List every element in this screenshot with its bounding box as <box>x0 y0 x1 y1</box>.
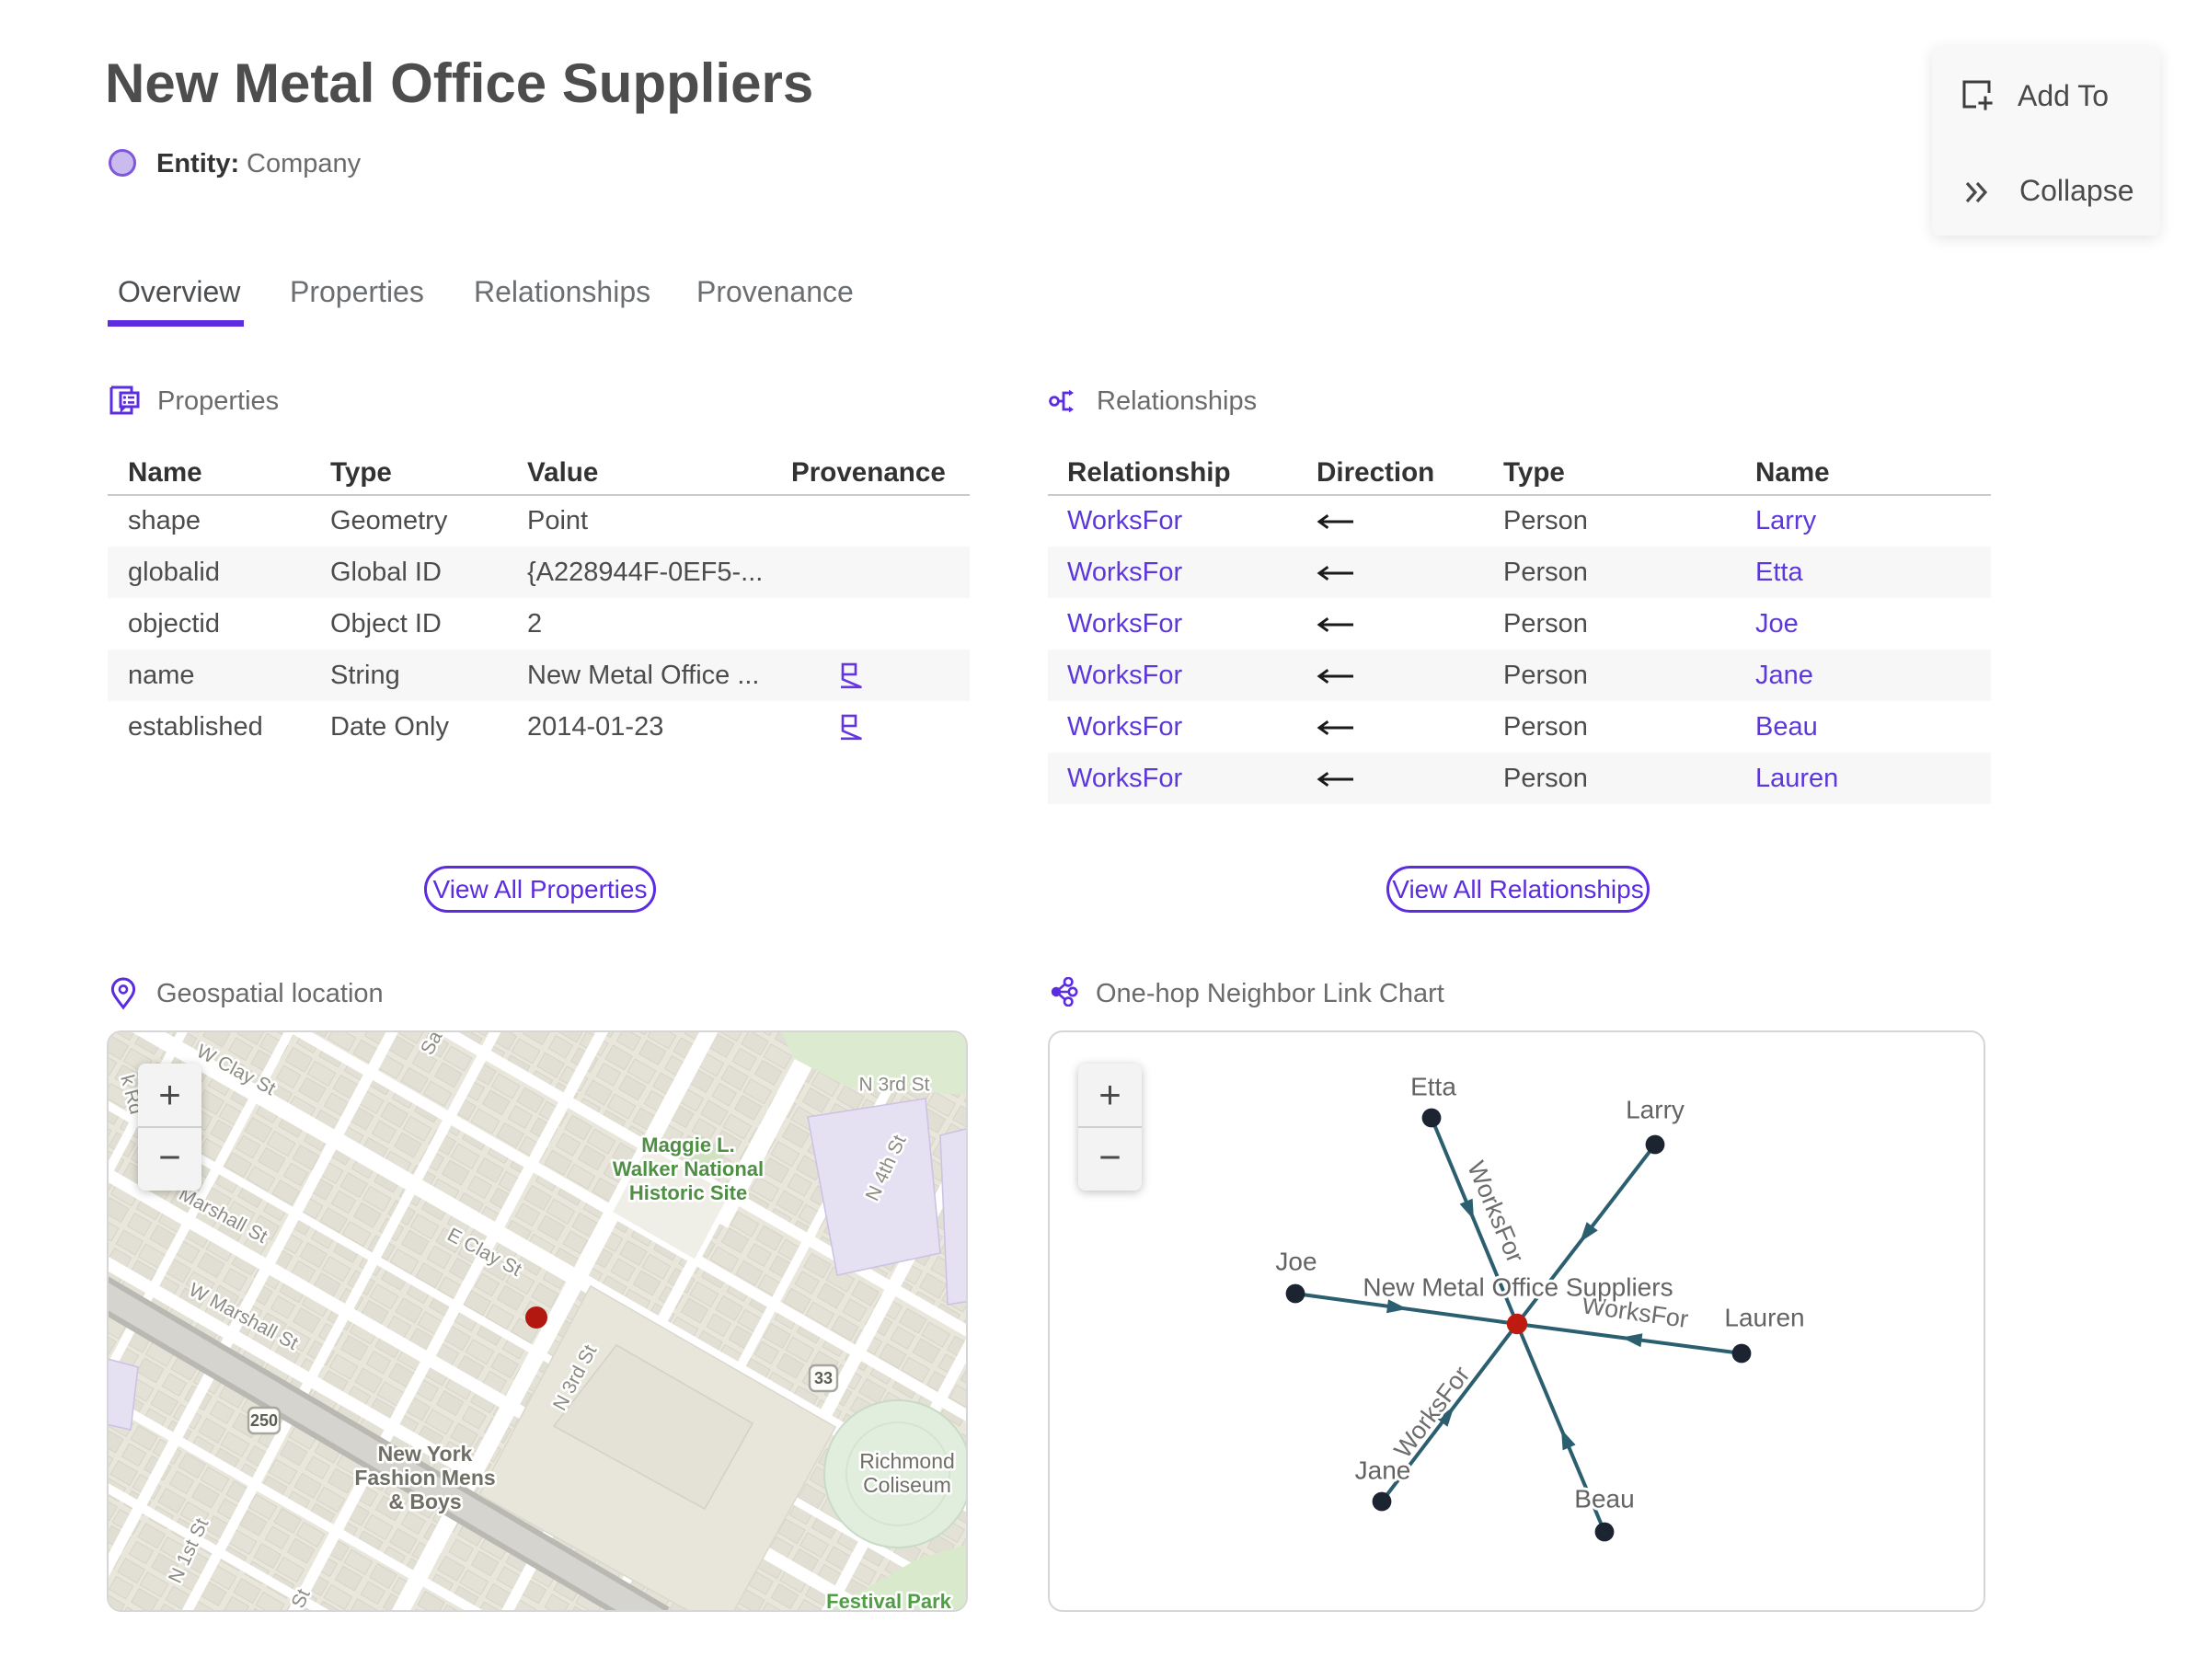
svg-text:250: 250 <box>250 1411 278 1430</box>
svg-text:& Boys: & Boys <box>388 1490 461 1513</box>
svg-text:Larry: Larry <box>1626 1095 1685 1123</box>
svg-text:Etta: Etta <box>1410 1072 1456 1100</box>
svg-text:N 3rd St: N 3rd St <box>858 1075 929 1096</box>
svg-text:Festival Park: Festival Park <box>826 1590 952 1612</box>
svg-text:Jane: Jane <box>1355 1456 1411 1484</box>
svg-text:Richmond: Richmond <box>859 1449 955 1473</box>
svg-text:Joe: Joe <box>1275 1247 1317 1275</box>
svg-text:Maggie L.: Maggie L. <box>641 1133 734 1156</box>
svg-text:New York: New York <box>378 1442 473 1466</box>
svg-text:Beau: Beau <box>1574 1484 1634 1513</box>
svg-text:WorksFor: WorksFor <box>1388 1361 1475 1463</box>
svg-text:New Metal Office Suppliers: New Metal Office Suppliers <box>1363 1272 1673 1301</box>
svg-text:Lauren: Lauren <box>1724 1303 1804 1331</box>
svg-text:33: 33 <box>814 1369 833 1387</box>
svg-text:Walker National: Walker National <box>613 1157 764 1180</box>
svg-text:Coliseum: Coliseum <box>863 1473 951 1497</box>
svg-text:Fashion Mens: Fashion Mens <box>354 1466 495 1490</box>
svg-text:Historic Site: Historic Site <box>629 1181 747 1204</box>
